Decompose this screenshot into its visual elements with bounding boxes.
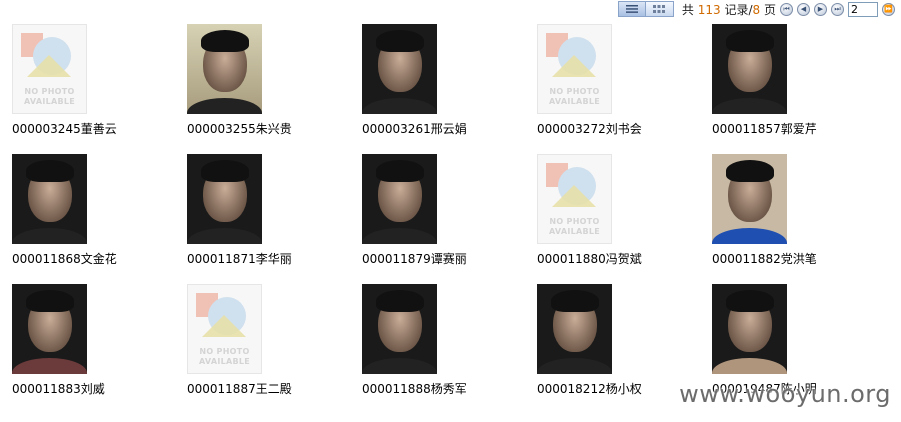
record-tile[interactable]: 000011882党洪笔 (712, 154, 882, 266)
list-view-button[interactable] (617, 1, 646, 17)
record-tile[interactable]: 000003255朱兴贵 (187, 24, 357, 136)
no-photo-line-1: NO PHOTO (549, 217, 600, 226)
no-photo-line-2: AVAILABLE (548, 227, 601, 236)
person-photo (712, 284, 787, 374)
records-label: 记录/ (724, 2, 753, 17)
pager-toolbar: 共 113 记录/8 页 ⏮ ◀ ▶ ⏭ ⏩ (617, 0, 901, 18)
view-toggle (617, 1, 674, 17)
no-photo-placeholder: NO PHOTO AVAILABLE (537, 154, 612, 244)
person-photo (712, 24, 787, 114)
record-caption: 000011882党洪笔 (712, 252, 817, 266)
no-photo-placeholder: NO PHOTO AVAILABLE (12, 24, 87, 114)
list-view-icon (625, 5, 638, 13)
no-photo-line-2: AVAILABLE (548, 97, 601, 106)
record-tile[interactable]: NO PHOTO AVAILABLE 000011887王二殿 (187, 284, 357, 396)
record-caption: 000011880冯贺斌 (537, 252, 642, 266)
prev-page-icon: ◀ (800, 4, 807, 13)
person-photo (362, 24, 437, 114)
page-number-input[interactable] (848, 1, 878, 17)
record-tile[interactable]: 000011883刘威 (12, 284, 182, 396)
record-tile[interactable]: 000011857郭爱芹 (712, 24, 882, 136)
no-photo-line-1: NO PHOTO (549, 87, 600, 96)
person-photo (362, 154, 437, 244)
record-tile[interactable]: 000011868文金花 (12, 154, 182, 266)
pages-label: 页 (763, 2, 776, 17)
record-caption: 000003255朱兴贵 (187, 122, 292, 136)
total-pages: 8 (752, 2, 761, 17)
first-page-button[interactable]: ⏮ (780, 2, 793, 16)
go-page-icon: ⏩ (884, 4, 893, 13)
watermark: www.wooyun.org (679, 380, 891, 408)
record-tile[interactable]: 000003261邢云娟 (362, 24, 532, 136)
go-page-button[interactable]: ⏩ (882, 2, 895, 16)
record-caption: 000011887王二殿 (187, 382, 292, 396)
person-photo (712, 154, 787, 244)
last-page-icon: ⏭ (834, 4, 841, 13)
record-caption: 000003261邢云娟 (362, 122, 467, 136)
record-tile[interactable]: NO PHOTO AVAILABLE 000011880冯贺斌 (537, 154, 707, 266)
total-records: 113 (697, 2, 721, 17)
person-photo (362, 284, 437, 374)
record-caption: 000003272刘书会 (537, 122, 642, 136)
record-tile[interactable]: NO PHOTO AVAILABLE 000003272刘书会 (537, 24, 707, 136)
record-caption: 000011857郭爱芹 (712, 122, 817, 136)
no-photo-placeholder: NO PHOTO AVAILABLE (187, 284, 262, 374)
record-tile[interactable]: 000011888杨秀军 (362, 284, 532, 396)
record-tile[interactable]: 000018212杨小权 (537, 284, 707, 396)
record-caption: 000011871李华丽 (187, 252, 292, 266)
person-photo (537, 284, 612, 374)
record-caption: 000011868文金花 (12, 252, 117, 266)
record-tile[interactable]: 000011871李华丽 (187, 154, 357, 266)
record-tile[interactable]: 000019487陈小明 (712, 284, 882, 396)
person-photo (12, 284, 87, 374)
no-photo-line-1: NO PHOTO (199, 347, 250, 356)
person-photo (187, 154, 262, 244)
pager-summary: 共 113 记录/8 页 (682, 1, 776, 18)
no-photo-placeholder: NO PHOTO AVAILABLE (537, 24, 612, 114)
grid-view-icon (653, 5, 666, 13)
record-tile[interactable]: NO PHOTO AVAILABLE 000003245董善云 (12, 24, 182, 136)
last-page-button[interactable]: ⏭ (831, 2, 844, 16)
no-photo-line-2: AVAILABLE (23, 97, 76, 106)
record-caption: 000011883刘威 (12, 382, 105, 396)
record-caption: 000011888杨秀军 (362, 382, 467, 396)
record-tile[interactable]: 000011879谭赛丽 (362, 154, 532, 266)
person-photo (187, 24, 262, 114)
record-caption: 000018212杨小权 (537, 382, 642, 396)
grid-view-button[interactable] (645, 1, 674, 17)
next-page-button[interactable]: ▶ (814, 2, 827, 16)
prev-page-button[interactable]: ◀ (797, 2, 810, 16)
no-photo-line-1: NO PHOTO (24, 87, 75, 96)
person-photo (12, 154, 87, 244)
record-caption: 000011879谭赛丽 (362, 252, 467, 266)
next-page-icon: ▶ (817, 4, 824, 13)
record-caption: 000003245董善云 (12, 122, 117, 136)
pager-prefix: 共 (681, 2, 694, 17)
first-page-icon: ⏮ (783, 4, 790, 13)
no-photo-line-2: AVAILABLE (198, 357, 251, 366)
